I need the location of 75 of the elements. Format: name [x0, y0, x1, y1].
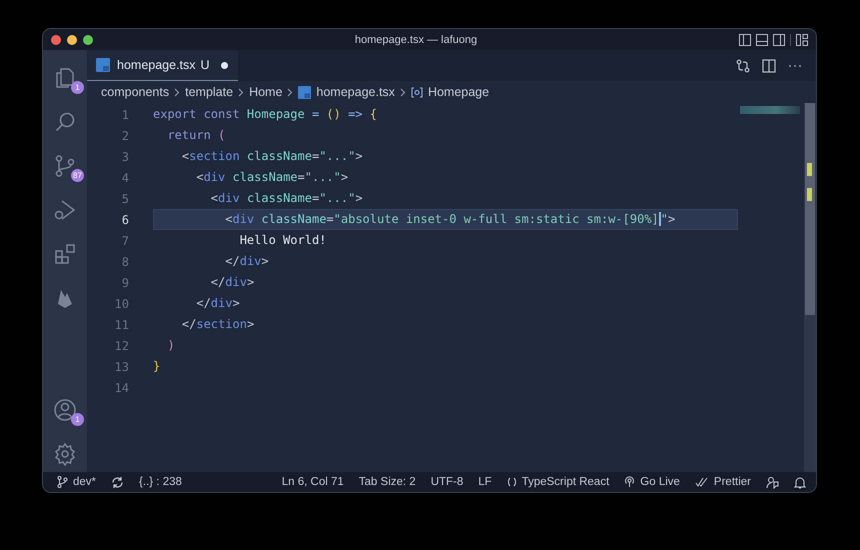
branch-icon [57, 476, 68, 488]
status-item[interactable]: TypeScript React [522, 476, 610, 488]
line-number: 10 [114, 296, 129, 310]
code-line: </div> [224, 253, 270, 270]
typescript-file-icon [298, 86, 312, 98]
search-icon[interactable] [53, 110, 77, 134]
broadcast-icon [624, 476, 636, 488]
code-line: </section> [180, 316, 256, 333]
code-line: ) [166, 337, 176, 354]
symbol-icon [410, 86, 423, 98]
sidebar-toggle-icon[interactable] [739, 34, 751, 46]
line-number: 7 [120, 234, 129, 248]
line-number: 12 [114, 338, 129, 352]
line-number: 3 [120, 150, 129, 164]
status-item[interactable]: Prettier [714, 476, 751, 488]
status-item[interactable]: LF [478, 476, 492, 488]
code-line: return ( [166, 127, 226, 144]
compare-changes-icon[interactable] [736, 58, 750, 72]
status-item[interactable]: {..} : 238 [139, 476, 182, 488]
chevron-right-icon [174, 88, 180, 96]
window-title: homepage.tsx — lafuong [354, 34, 478, 46]
close-button[interactable] [51, 34, 61, 44]
code-line: </div> [195, 295, 241, 312]
line-number: 5 [120, 192, 129, 206]
account-icon[interactable] [53, 398, 77, 422]
code-line: Hello World! [238, 232, 328, 249]
status-item[interactable]: dev* [73, 476, 96, 488]
sync-icon[interactable] [111, 476, 124, 488]
breadcrumb[interactable]: homepage.tsx [316, 85, 395, 99]
chevron-right-icon [400, 88, 406, 96]
breadcrumb[interactable]: components [101, 85, 170, 99]
line-number: 1 [120, 108, 129, 122]
line-number: 6 [120, 212, 129, 226]
line-number: 8 [120, 254, 129, 268]
chevron-right-icon [238, 88, 244, 96]
count-badge: 87 [71, 169, 84, 182]
extensions-icon[interactable] [53, 242, 77, 266]
settings-icon[interactable] [53, 442, 77, 466]
breadcrumb[interactable]: Home [249, 85, 282, 99]
code-line: <div className="..."> [210, 190, 364, 207]
line-number: 4 [120, 170, 129, 184]
code-line: <div className="..."> [195, 169, 350, 186]
status-item[interactable]: Ln 6, Col 71 [282, 476, 344, 488]
line-number: 2 [120, 128, 129, 142]
code-line: </div> [210, 274, 256, 291]
panel-toggle-icon[interactable] [756, 34, 768, 46]
breadcrumb[interactable]: template [185, 85, 234, 99]
status-item[interactable]: Go Live [640, 476, 680, 488]
code-line: <section className="..."> [180, 148, 364, 165]
double-check-icon [694, 477, 709, 487]
secondary-sidebar-icon[interactable] [773, 34, 785, 46]
feedback-icon[interactable] [766, 476, 779, 488]
minimize-button[interactable] [67, 34, 77, 44]
more-actions-icon[interactable] [788, 64, 802, 68]
maximize-button[interactable] [83, 34, 93, 44]
line-number: 9 [120, 276, 129, 290]
editor-tab[interactable]: homepage.tsx U [87, 50, 238, 81]
count-badge: 1 [71, 413, 84, 426]
line-number: 11 [114, 318, 129, 332]
chevron-right-icon [287, 88, 294, 96]
layout-icon[interactable] [796, 34, 808, 46]
status-item[interactable]: UTF-8 [430, 476, 464, 488]
breadcrumb[interactable]: Homepage [428, 85, 490, 99]
braces-icon [506, 477, 517, 487]
typescript-file-icon [96, 58, 110, 72]
count-badge: 1 [71, 81, 84, 94]
bell-icon[interactable] [794, 476, 806, 488]
split-editor-icon[interactable] [762, 58, 776, 72]
line-number: 13 [114, 360, 129, 374]
line-number: 14 [114, 380, 129, 394]
scrollbar[interactable] [804, 103, 816, 472]
run-debug-icon[interactable] [53, 198, 77, 222]
code-line: } [153, 358, 162, 375]
status-item[interactable]: Tab Size: 2 [358, 476, 416, 488]
code-line: export const Homepage = () => { [153, 106, 378, 123]
